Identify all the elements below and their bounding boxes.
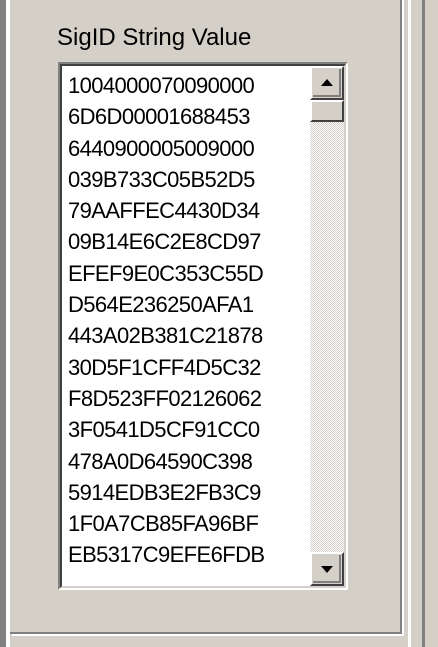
list-item[interactable]: 1F0A7CB85FA96BF bbox=[68, 508, 308, 539]
list-item[interactable]: EFEF9E0C353C55D bbox=[68, 258, 308, 289]
scroll-up-button[interactable] bbox=[310, 66, 344, 100]
scroll-down-button[interactable] bbox=[310, 552, 344, 586]
list-item[interactable]: D564E236250AFA1 bbox=[68, 289, 308, 320]
list-item[interactable]: 443A02B381C21878 bbox=[68, 320, 308, 351]
sigid-list[interactable]: 1004000070090000 6D6D00001688453 644090000… bbox=[68, 70, 308, 571]
right-frame-shadow bbox=[422, 0, 425, 647]
triangle-up-icon bbox=[321, 79, 333, 86]
triangle-down-icon bbox=[321, 566, 333, 573]
list-item[interactable]: 6D6D00001688453 bbox=[68, 101, 308, 132]
list-item[interactable]: 3F0541D5CF91CC0 bbox=[68, 414, 308, 445]
list-item[interactable]: 478A0D64590C398 bbox=[68, 446, 308, 477]
list-item[interactable]: F8D523FF02126062 bbox=[68, 383, 308, 414]
listbox-inner-border: 1004000070090000 6D6D00001688453 644090000… bbox=[60, 64, 346, 588]
list-item[interactable]: 6440900005009000 bbox=[68, 133, 308, 164]
list-item[interactable]: 79AAFFEC4430D34 bbox=[68, 195, 308, 226]
list-item[interactable]: 09B14E6C2E8CD97 bbox=[68, 226, 308, 257]
list-item[interactable]: 039B733C05B52D5 bbox=[68, 164, 308, 195]
list-item[interactable]: 5914EDB3E2FB3C9 bbox=[68, 477, 308, 508]
right-frame-highlight bbox=[408, 0, 411, 647]
list-item[interactable]: 30D5F1CFF4D5C32 bbox=[68, 352, 308, 383]
list-item[interactable]: 1004000070090000 bbox=[68, 70, 308, 101]
sigid-string-value-label: SigID String Value bbox=[57, 24, 252, 51]
scroll-thumb[interactable] bbox=[310, 100, 344, 122]
list-item[interactable]: EB5317C9EFE6FDB bbox=[68, 539, 308, 570]
vertical-scrollbar[interactable] bbox=[310, 66, 344, 586]
sigid-listbox[interactable]: 1004000070090000 6D6D00001688453 644090000… bbox=[58, 62, 348, 590]
